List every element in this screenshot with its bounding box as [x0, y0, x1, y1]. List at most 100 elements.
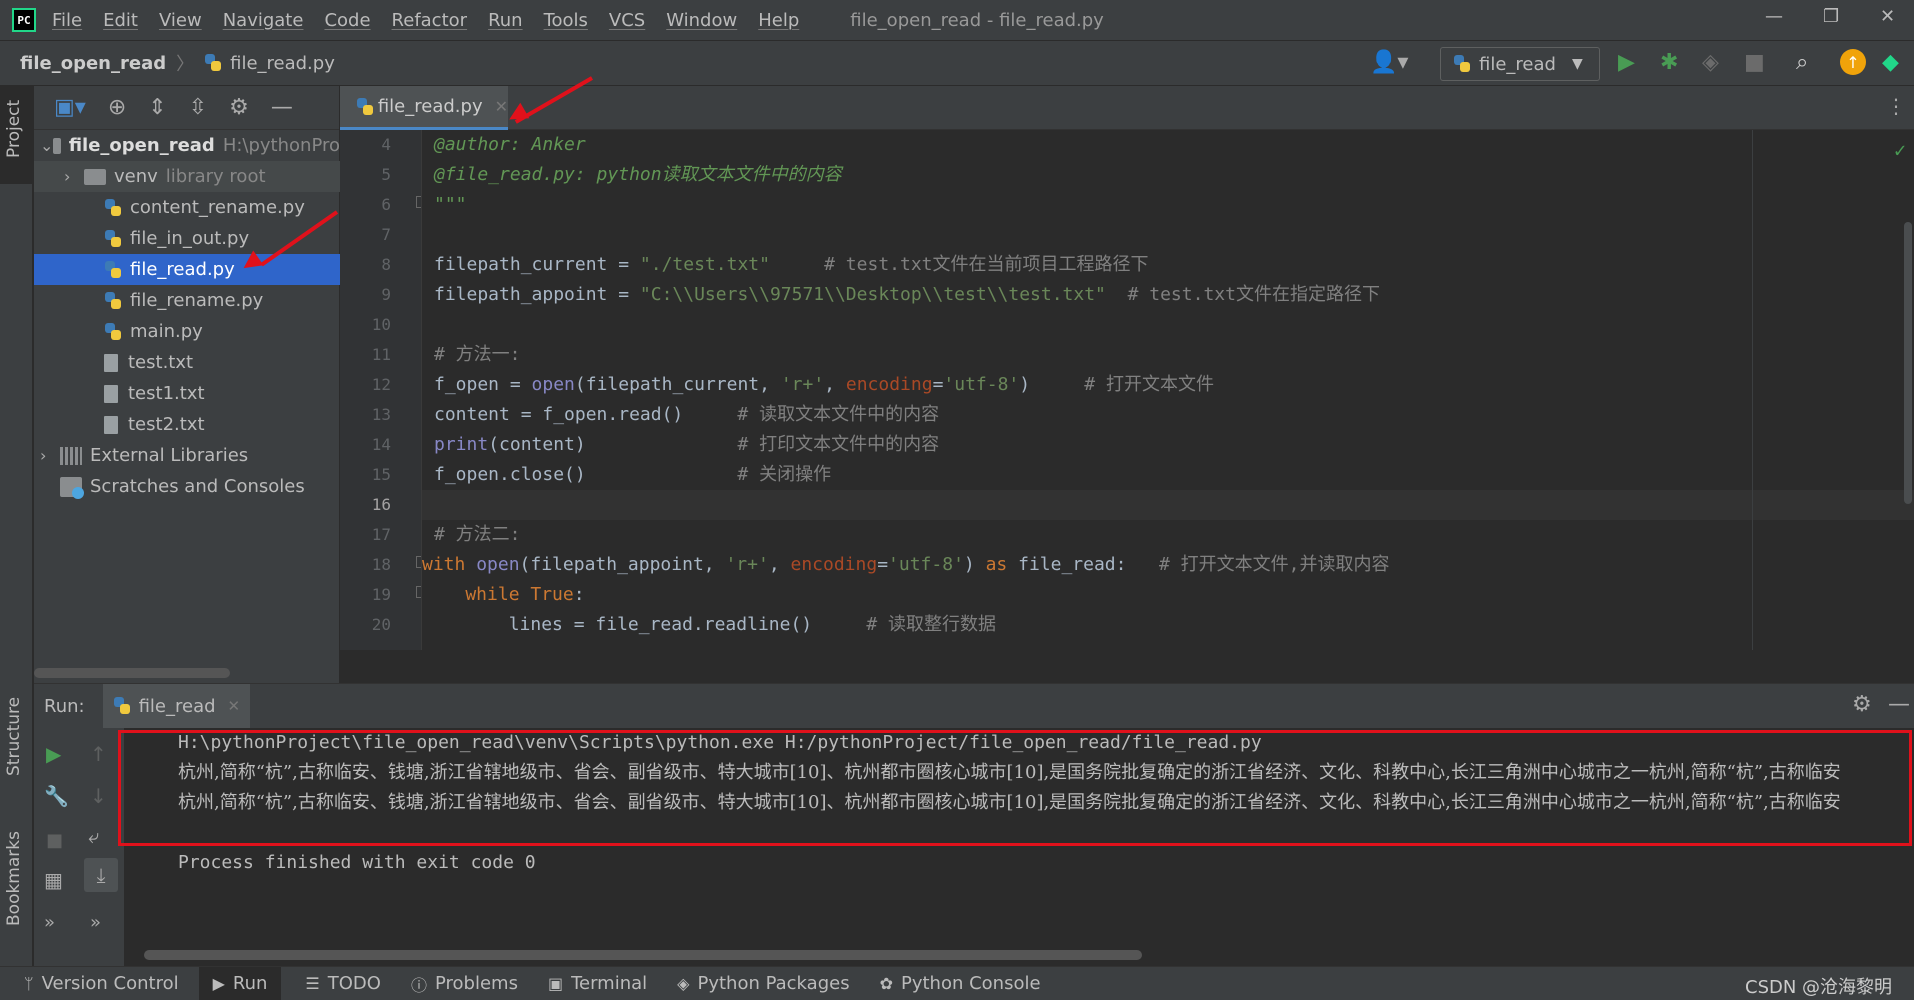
inspection-ok-icon[interactable]: ✓ — [1894, 138, 1906, 162]
menu-code[interactable]: Code — [324, 10, 370, 31]
menu-vcs[interactable]: VCS — [609, 10, 645, 31]
debug-icon[interactable]: ✱ — [1660, 50, 1678, 75]
more-icon[interactable]: » — [44, 912, 55, 933]
breadcrumb-project[interactable]: file_open_read — [20, 53, 166, 74]
python-console-button[interactable]: ✿ Python Console — [880, 973, 1041, 994]
layout-icon[interactable]: ▦ — [44, 868, 63, 892]
run-configuration-select[interactable]: file_read ▼ — [1440, 47, 1600, 81]
current-line-highlight — [422, 490, 1914, 520]
code-text: filepath_appoint = — [434, 284, 640, 305]
tree-item-external-libraries[interactable]: › External Libraries — [34, 440, 340, 471]
project-tool-label[interactable]: Project — [4, 100, 24, 158]
problems-button[interactable]: ⓘ Problems — [411, 972, 518, 996]
rerun-icon[interactable]: ▶ — [46, 742, 61, 766]
breadcrumb-file[interactable]: file_read.py — [230, 53, 335, 74]
update-icon[interactable]: ↑ — [1840, 49, 1866, 75]
tree-item-file[interactable]: test.txt — [34, 347, 340, 378]
gear-icon[interactable]: ⚙ — [1852, 692, 1872, 717]
chevron-right-icon[interactable]: › — [64, 167, 84, 186]
code-editor[interactable]: @author: Anker @file_read.py: python读取文本… — [422, 130, 1914, 650]
project-horizontal-scrollbar[interactable] — [34, 668, 230, 678]
collapse-all-icon[interactable]: ⇳ — [189, 95, 207, 120]
python-file-icon — [1453, 55, 1471, 73]
menu-help[interactable]: Help — [758, 10, 799, 31]
gear-icon[interactable]: ⚙ — [229, 95, 249, 120]
bookmarks-tool-label[interactable]: Bookmarks — [4, 831, 24, 926]
menu-view[interactable]: View — [159, 10, 202, 31]
run-button[interactable]: ▶ Run — [198, 966, 282, 1000]
tree-item-scratches[interactable]: Scratches and Consoles — [34, 471, 340, 502]
tree-item-file[interactable]: file_rename.py — [34, 285, 340, 316]
chevron-down-icon[interactable]: ⌄ — [40, 136, 53, 155]
tree-item-file[interactable]: main.py — [34, 316, 340, 347]
run-tab[interactable]: file_read ✕ — [102, 684, 251, 728]
soft-wrap-icon[interactable]: ⤶ — [88, 824, 99, 848]
search-icon[interactable]: ⌕ — [1796, 50, 1808, 75]
editor-tabs: file_read.py ✕ ⋮ — [340, 86, 1914, 130]
pycharm-logo-icon: PC — [12, 8, 36, 32]
menu-refactor[interactable]: Refactor — [392, 10, 468, 31]
python-packages-button[interactable]: ◈ Python Packages — [677, 973, 849, 994]
run-toolbar: ▶ 🔧 ■ ▦ » ↑ ↓ ⤶ ⤓ » — [34, 728, 124, 967]
code-text: ) — [963, 554, 986, 575]
tree-item-file-selected[interactable]: file_read.py — [34, 254, 340, 285]
menu-run[interactable]: Run — [488, 10, 523, 31]
hide-icon[interactable]: — — [271, 95, 293, 120]
version-control-button[interactable]: ᛘ Version Control — [24, 973, 179, 994]
menu-edit[interactable]: Edit — [103, 10, 138, 31]
tree-item-root[interactable]: ⌄ file_open_read H:\pythonPro — [34, 130, 340, 161]
terminal-button[interactable]: ▣ Terminal — [548, 973, 647, 994]
expand-all-icon[interactable]: ⇕ — [148, 95, 166, 120]
stop-icon[interactable]: ■ — [46, 830, 63, 851]
line-number: 4 — [381, 135, 391, 154]
wrench-icon[interactable]: 🔧 — [44, 784, 69, 808]
tree-item-file[interactable]: test1.txt — [34, 378, 340, 409]
close-tab-icon[interactable]: ✕ — [228, 697, 241, 715]
arrow-down-icon[interactable]: ↓ — [90, 784, 107, 808]
line-number: 7 — [381, 225, 391, 244]
run-configuration-label: file_read — [1479, 53, 1556, 75]
console-exit-line: Process finished with exit code 0 — [178, 852, 536, 873]
close-button[interactable]: ✕ — [1880, 6, 1895, 27]
more-icon[interactable]: ⋮ — [1886, 94, 1906, 118]
scroll-to-end-icon[interactable]: ⤓ — [84, 858, 118, 892]
structure-tool-label[interactable]: Structure — [4, 697, 24, 776]
status-bar: ᛘ Version Control ▶ Run ☰ TODO ⓘ Problems ▣ T… — [0, 966, 1914, 1000]
run-icon[interactable]: ▶ — [1618, 50, 1635, 75]
tree-item-file[interactable]: test2.txt — [34, 409, 340, 440]
editor-vertical-scrollbar[interactable] — [1904, 222, 1912, 504]
maximize-button[interactable]: ❐ — [1823, 6, 1839, 27]
code-text: = — [877, 554, 889, 575]
project-panel: ▣▾ ⊕ ⇕ ⇳ ⚙ — ⌄ file_open_read H:\pythonP… — [34, 86, 340, 683]
todo-button[interactable]: ☰ TODO — [305, 973, 381, 994]
stop-icon[interactable]: ■ — [1744, 50, 1765, 75]
locate-icon[interactable]: ⊕ — [108, 95, 126, 120]
menu-navigate[interactable]: Navigate — [223, 10, 304, 31]
code-kwarg: encoding — [845, 374, 933, 395]
tree-item-venv[interactable]: › venv library root — [34, 161, 340, 192]
python-console-icon: ✿ — [879, 974, 893, 993]
console-horizontal-scrollbar[interactable] — [144, 950, 1142, 960]
minimize-button[interactable]: — — [1765, 6, 1783, 27]
tab-file-read[interactable]: file_read.py ✕ — [340, 86, 508, 130]
view-selector-icon[interactable]: ▣▾ — [54, 95, 86, 120]
chevron-right-icon[interactable]: › — [40, 446, 60, 465]
status-label: Python Console — [900, 973, 1041, 994]
hide-icon[interactable]: — — [1888, 692, 1910, 717]
menu-tools[interactable]: Tools — [544, 10, 588, 31]
line-number: 9 — [381, 285, 391, 304]
code-text: (filepath_appoint, — [519, 554, 726, 575]
code-builtin: open — [476, 554, 520, 575]
menu-window[interactable]: Window — [666, 10, 737, 31]
status-label: Version Control — [41, 973, 179, 994]
code-text: lines = file_read.readline() — [422, 614, 813, 635]
menu-file[interactable]: File — [52, 10, 82, 31]
arrow-up-icon[interactable]: ↑ — [90, 742, 107, 766]
text-file-icon — [104, 353, 118, 372]
coverage-icon[interactable]: ◈ — [1702, 50, 1719, 75]
plugin-icon[interactable]: ◆ — [1882, 50, 1899, 75]
tree-item-file[interactable]: content_rename.py — [34, 192, 340, 223]
code-comment: # 方法二: — [434, 524, 521, 545]
more-icon[interactable]: » — [90, 912, 101, 933]
user-icon[interactable]: 👤▾ — [1370, 50, 1408, 75]
